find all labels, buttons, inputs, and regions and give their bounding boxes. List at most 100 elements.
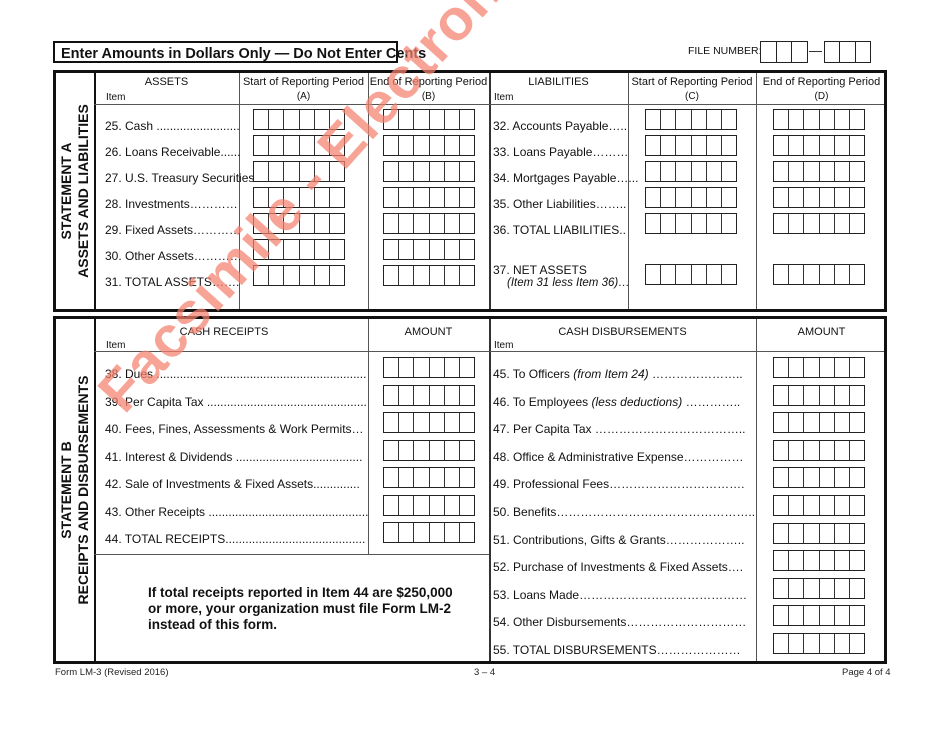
digit-cell[interactable] — [300, 240, 315, 259]
digit-cell[interactable] — [414, 495, 430, 515]
digit-cell[interactable] — [445, 523, 460, 542]
asset-end-input[interactable] — [383, 109, 475, 130]
digit-cell[interactable] — [774, 578, 790, 598]
receipt-amount-input[interactable] — [383, 357, 475, 378]
digit-cell[interactable] — [460, 441, 474, 460]
digit-cell[interactable] — [399, 385, 415, 405]
digit-cell[interactable] — [804, 385, 820, 405]
digit-cell[interactable] — [254, 110, 270, 129]
digit-cell[interactable] — [774, 551, 790, 571]
digit-cell[interactable] — [414, 440, 430, 460]
digit-cell[interactable] — [384, 240, 400, 259]
digit-cell[interactable] — [692, 188, 707, 207]
digit-cell[interactable] — [804, 358, 820, 377]
digit-cell[interactable] — [850, 386, 864, 405]
disbursement-amount-input[interactable] — [773, 577, 865, 599]
digit-cell[interactable] — [661, 136, 677, 155]
digit-cell[interactable] — [676, 214, 692, 233]
digit-cell[interactable] — [835, 523, 850, 543]
digit-cell[interactable] — [384, 440, 400, 460]
digit-cell[interactable] — [445, 240, 460, 259]
digit-cell[interactable] — [430, 136, 445, 155]
digit-cell[interactable] — [850, 214, 864, 233]
file-number-prefix-input[interactable] — [760, 41, 808, 63]
receipt-amount-input[interactable] — [383, 384, 475, 406]
digit-cell[interactable] — [399, 468, 415, 487]
digit-cell[interactable] — [707, 162, 722, 181]
digit-cell[interactable] — [850, 136, 864, 155]
digit-cell[interactable] — [820, 523, 835, 543]
digit-cell[interactable] — [315, 266, 330, 285]
digit-cell[interactable] — [676, 188, 692, 207]
digit-cell[interactable] — [661, 214, 677, 233]
digit-cell[interactable] — [460, 523, 474, 542]
digit-cell[interactable] — [722, 188, 736, 207]
digit-cell[interactable] — [284, 188, 300, 207]
digit-cell[interactable] — [707, 188, 722, 207]
digit-cell[interactable] — [820, 413, 835, 433]
digit-cell[interactable] — [399, 440, 415, 460]
digit-cell[interactable] — [414, 162, 430, 181]
digit-cell[interactable] — [722, 214, 736, 233]
digit-cell[interactable] — [300, 188, 315, 207]
digit-cell[interactable] — [430, 266, 445, 285]
digit-cell[interactable] — [399, 110, 415, 129]
digit-cell[interactable] — [820, 162, 835, 181]
digit-cell[interactable] — [850, 358, 864, 377]
digit-cell[interactable] — [692, 110, 707, 129]
digit-cell[interactable] — [789, 162, 805, 181]
digit-cell[interactable] — [804, 162, 820, 181]
digit-cell[interactable] — [804, 551, 820, 571]
digit-cell[interactable] — [430, 240, 445, 259]
liability-start-input[interactable] — [645, 161, 737, 182]
digit-cell[interactable] — [460, 188, 474, 207]
digit-cell[interactable] — [460, 358, 474, 377]
digit-cell[interactable] — [445, 162, 460, 181]
digit-cell[interactable] — [315, 162, 330, 181]
digit-cell[interactable] — [430, 214, 445, 233]
digit-cell[interactable] — [835, 551, 850, 571]
asset-start-input[interactable] — [253, 213, 345, 234]
digit-cell[interactable] — [661, 188, 677, 207]
digit-cell[interactable] — [692, 162, 707, 181]
asset-start-input[interactable] — [253, 161, 345, 182]
digit-cell[interactable] — [835, 468, 850, 488]
digit-cell[interactable] — [804, 265, 820, 284]
digit-cell[interactable] — [850, 468, 864, 487]
digit-cell[interactable] — [661, 110, 677, 129]
digit-cell[interactable] — [445, 468, 460, 487]
digit-cell[interactable] — [315, 214, 330, 233]
receipt-amount-input[interactable] — [383, 522, 475, 543]
digit-cell[interactable] — [269, 162, 285, 181]
digit-cell[interactable] — [646, 265, 662, 284]
liability-end-input[interactable] — [773, 109, 865, 130]
digit-cell[interactable] — [330, 240, 344, 259]
digit-cell[interactable] — [676, 162, 692, 181]
digit-cell[interactable] — [820, 265, 835, 284]
digit-cell[interactable] — [445, 440, 460, 460]
digit-cell[interactable] — [384, 188, 400, 207]
digit-cell[interactable] — [254, 240, 270, 259]
asset-end-input[interactable] — [383, 187, 475, 208]
digit-cell[interactable] — [269, 240, 285, 259]
digit-cell[interactable] — [835, 136, 850, 155]
digit-cell[interactable] — [399, 358, 415, 377]
digit-cell[interactable] — [300, 110, 315, 129]
digit-cell[interactable] — [445, 136, 460, 155]
digit-cell[interactable] — [707, 214, 722, 233]
digit-cell[interactable] — [269, 110, 285, 129]
disbursement-amount-input[interactable] — [773, 495, 865, 516]
digit-cell[interactable] — [460, 110, 474, 129]
digit-cell[interactable] — [804, 413, 820, 433]
digit-cell[interactable] — [820, 358, 835, 377]
digit-cell[interactable] — [399, 495, 415, 515]
digit-cell[interactable] — [414, 188, 430, 207]
digit-cell[interactable] — [835, 496, 850, 515]
digit-cell[interactable] — [722, 162, 736, 181]
digit-cell[interactable] — [774, 606, 790, 626]
digit-cell[interactable] — [804, 188, 820, 207]
digit-cell[interactable] — [804, 110, 820, 129]
digit-cell[interactable] — [384, 468, 400, 487]
digit-cell[interactable] — [820, 496, 835, 515]
disbursement-amount-input[interactable] — [773, 522, 865, 544]
